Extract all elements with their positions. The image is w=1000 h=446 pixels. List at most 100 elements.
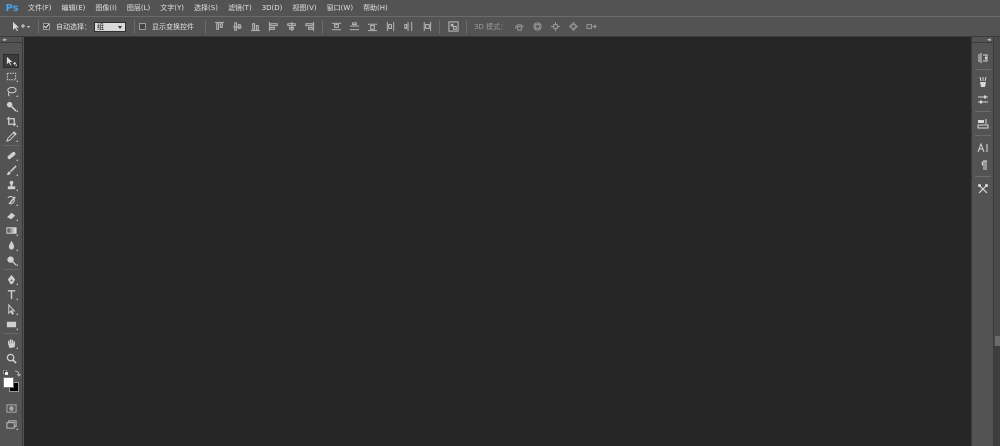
dock-grip[interactable]: ◂◂ bbox=[972, 37, 993, 43]
3d-slide-button[interactable] bbox=[566, 20, 580, 34]
quick-mask-icon bbox=[6, 403, 17, 414]
divider bbox=[3, 145, 19, 146]
distribute-hcenter-icon bbox=[403, 21, 412, 32]
menu-help[interactable]: 帮助(H) bbox=[358, 0, 393, 16]
align-bottom-button[interactable] bbox=[248, 20, 262, 34]
swap-colors-icon[interactable] bbox=[15, 371, 21, 376]
distribute-top-button[interactable] bbox=[329, 20, 343, 34]
3d-rotate-button[interactable] bbox=[512, 20, 526, 34]
screen-mode-button[interactable] bbox=[3, 417, 19, 431]
type-tool[interactable] bbox=[3, 287, 19, 301]
auto-select-dropdown[interactable]: 组 bbox=[94, 21, 126, 32]
menu-3d[interactable]: 3D(D) bbox=[257, 0, 288, 16]
collapsed-panel-strip[interactable] bbox=[993, 37, 1000, 446]
scroll-knob[interactable] bbox=[995, 336, 1000, 346]
menu-image[interactable]: 图像(I) bbox=[90, 0, 122, 16]
history-brush-tool[interactable] bbox=[3, 193, 19, 207]
tool-preset-picker[interactable] bbox=[10, 20, 32, 34]
menu-view[interactable]: 视图(V) bbox=[287, 0, 321, 16]
divider bbox=[466, 19, 467, 34]
distribute-left-icon bbox=[386, 21, 394, 32]
tool-presets-panel-button[interactable] bbox=[975, 181, 991, 197]
screen-mode-icon bbox=[6, 419, 17, 430]
3d-slide-icon bbox=[568, 21, 578, 32]
move-tool-preset-icon bbox=[13, 21, 30, 31]
menu-filter[interactable]: 滤镜(T) bbox=[223, 0, 257, 16]
brush-tool[interactable] bbox=[3, 163, 19, 177]
crop-tool[interactable] bbox=[3, 114, 19, 128]
document-workspace[interactable] bbox=[24, 37, 971, 446]
swatch-controls bbox=[3, 370, 21, 377]
menu-window[interactable]: 窗口(W) bbox=[322, 0, 358, 16]
menu-layer[interactable]: 图层(L) bbox=[122, 0, 155, 16]
divider bbox=[975, 69, 991, 70]
default-colors-icon-front bbox=[5, 372, 8, 375]
3d-pan-icon bbox=[550, 21, 560, 32]
history-icon bbox=[977, 53, 989, 63]
divider bbox=[439, 19, 440, 34]
dodge-icon bbox=[6, 255, 17, 266]
distribute-bottom-button[interactable] bbox=[365, 20, 379, 34]
divider bbox=[38, 19, 39, 34]
spot-healing-tool[interactable] bbox=[3, 148, 19, 162]
align-hcenter-button[interactable] bbox=[284, 20, 298, 34]
auto-align-icon bbox=[448, 21, 459, 32]
distribute-right-button[interactable] bbox=[419, 20, 433, 34]
adjustments-panel-button[interactable] bbox=[975, 92, 991, 108]
menu-select[interactable]: 选择(S) bbox=[189, 0, 223, 16]
foreground-color-swatch[interactable] bbox=[3, 377, 14, 388]
show-transform-checkbox[interactable] bbox=[139, 23, 146, 30]
adjustments-icon bbox=[978, 95, 988, 104]
history-panel-button[interactable] bbox=[975, 50, 991, 66]
menu-file[interactable]: 文件(F) bbox=[23, 0, 57, 16]
stamp-icon bbox=[7, 180, 15, 189]
eyedropper-icon bbox=[6, 131, 17, 142]
menu-type[interactable]: 文字(Y) bbox=[155, 0, 189, 16]
eyedropper-tool[interactable] bbox=[3, 129, 19, 143]
3d-mode-label: 3D 模式： bbox=[474, 22, 508, 31]
divider bbox=[975, 176, 991, 177]
distribute-vcenter-button[interactable] bbox=[347, 20, 361, 34]
quick-mask-button[interactable] bbox=[3, 401, 19, 415]
clone-stamp-tool[interactable] bbox=[3, 178, 19, 192]
expand-arrows-icon: ▸▸ bbox=[3, 36, 7, 43]
align-top-button[interactable] bbox=[212, 20, 226, 34]
path-select-tool[interactable] bbox=[3, 302, 19, 316]
3d-scale-button[interactable] bbox=[584, 20, 598, 34]
rectangle-tool[interactable] bbox=[3, 317, 19, 331]
gradient-tool[interactable] bbox=[3, 223, 19, 237]
3d-roll-button[interactable] bbox=[530, 20, 544, 34]
divider bbox=[205, 19, 206, 34]
dodge-tool[interactable] bbox=[3, 253, 19, 267]
zoom-icon bbox=[6, 353, 17, 364]
align-right-icon bbox=[304, 21, 314, 32]
3d-pan-button[interactable] bbox=[548, 20, 562, 34]
quick-select-tool[interactable] bbox=[3, 99, 19, 113]
menu-edit[interactable]: 编辑(E) bbox=[57, 0, 91, 16]
blur-tool[interactable] bbox=[3, 238, 19, 252]
panel-dock: ◂◂ bbox=[971, 37, 993, 446]
marquee-tool[interactable] bbox=[3, 69, 19, 83]
divider bbox=[322, 19, 323, 34]
show-transform-label: 显示变换控件 bbox=[152, 22, 194, 31]
move-tool[interactable] bbox=[3, 54, 19, 68]
paragraph-panel-button[interactable] bbox=[975, 157, 991, 173]
ps-logo: Ps bbox=[5, 2, 19, 14]
zoom-tool[interactable] bbox=[3, 351, 19, 365]
align-vcenter-button[interactable] bbox=[230, 20, 244, 34]
auto-align-layers-button[interactable] bbox=[446, 20, 460, 34]
align-right-button[interactable] bbox=[302, 20, 316, 34]
brushes-panel-button[interactable] bbox=[975, 74, 991, 90]
character-panel-button[interactable] bbox=[975, 140, 991, 156]
eraser-tool[interactable] bbox=[3, 208, 19, 222]
distribute-hcenter-button[interactable] bbox=[401, 20, 415, 34]
distribute-left-button[interactable] bbox=[383, 20, 397, 34]
align-left-button[interactable] bbox=[266, 20, 280, 34]
lasso-tool[interactable] bbox=[3, 84, 19, 98]
properties-panel-button[interactable] bbox=[975, 116, 991, 132]
drop-icon bbox=[8, 240, 14, 250]
auto-select-checkbox[interactable] bbox=[43, 23, 50, 30]
hand-tool[interactable] bbox=[3, 336, 19, 350]
pen-tool[interactable] bbox=[3, 272, 19, 286]
tools-panel-grip[interactable]: ▸▸ bbox=[0, 37, 22, 43]
